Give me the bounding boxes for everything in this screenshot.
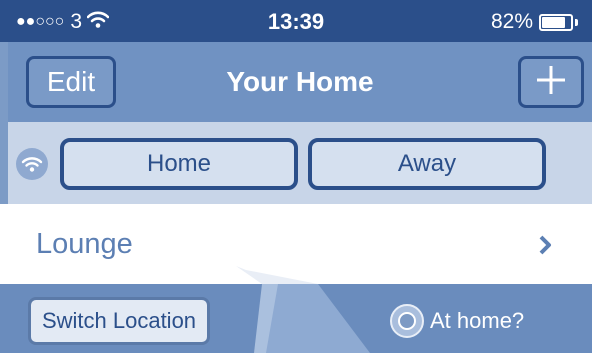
radio-button-icon[interactable] — [390, 304, 424, 338]
navigation-bar: Edit Your Home — [8, 42, 592, 122]
battery-icon — [539, 13, 573, 31]
location-label: Lounge — [36, 228, 133, 260]
battery-indicator: 82% — [491, 10, 578, 34]
switch-location-button[interactable]: Switch Location — [28, 297, 210, 345]
mode-selector-bar: Home Away — [8, 122, 592, 204]
away-mode-button[interactable]: Away — [308, 138, 546, 190]
bottom-bar: Switch Location At home? — [0, 284, 592, 353]
at-home-label: At home? — [430, 308, 525, 333]
add-button[interactable] — [518, 56, 584, 108]
status-bar: ●●○○○ 3 13:39 82% — [0, 0, 592, 42]
at-home-toggle[interactable]: At home? — [390, 304, 524, 338]
chevron-right-icon — [538, 234, 552, 261]
battery-percent: 82% — [490, 10, 533, 33]
battery-tip — [575, 18, 578, 26]
edit-button[interactable]: Edit — [26, 56, 116, 108]
wifi-status-icon — [16, 148, 48, 180]
home-mode-button[interactable]: Home — [60, 138, 298, 190]
location-list-item[interactable]: Lounge — [0, 204, 592, 284]
plus-icon — [534, 63, 568, 102]
